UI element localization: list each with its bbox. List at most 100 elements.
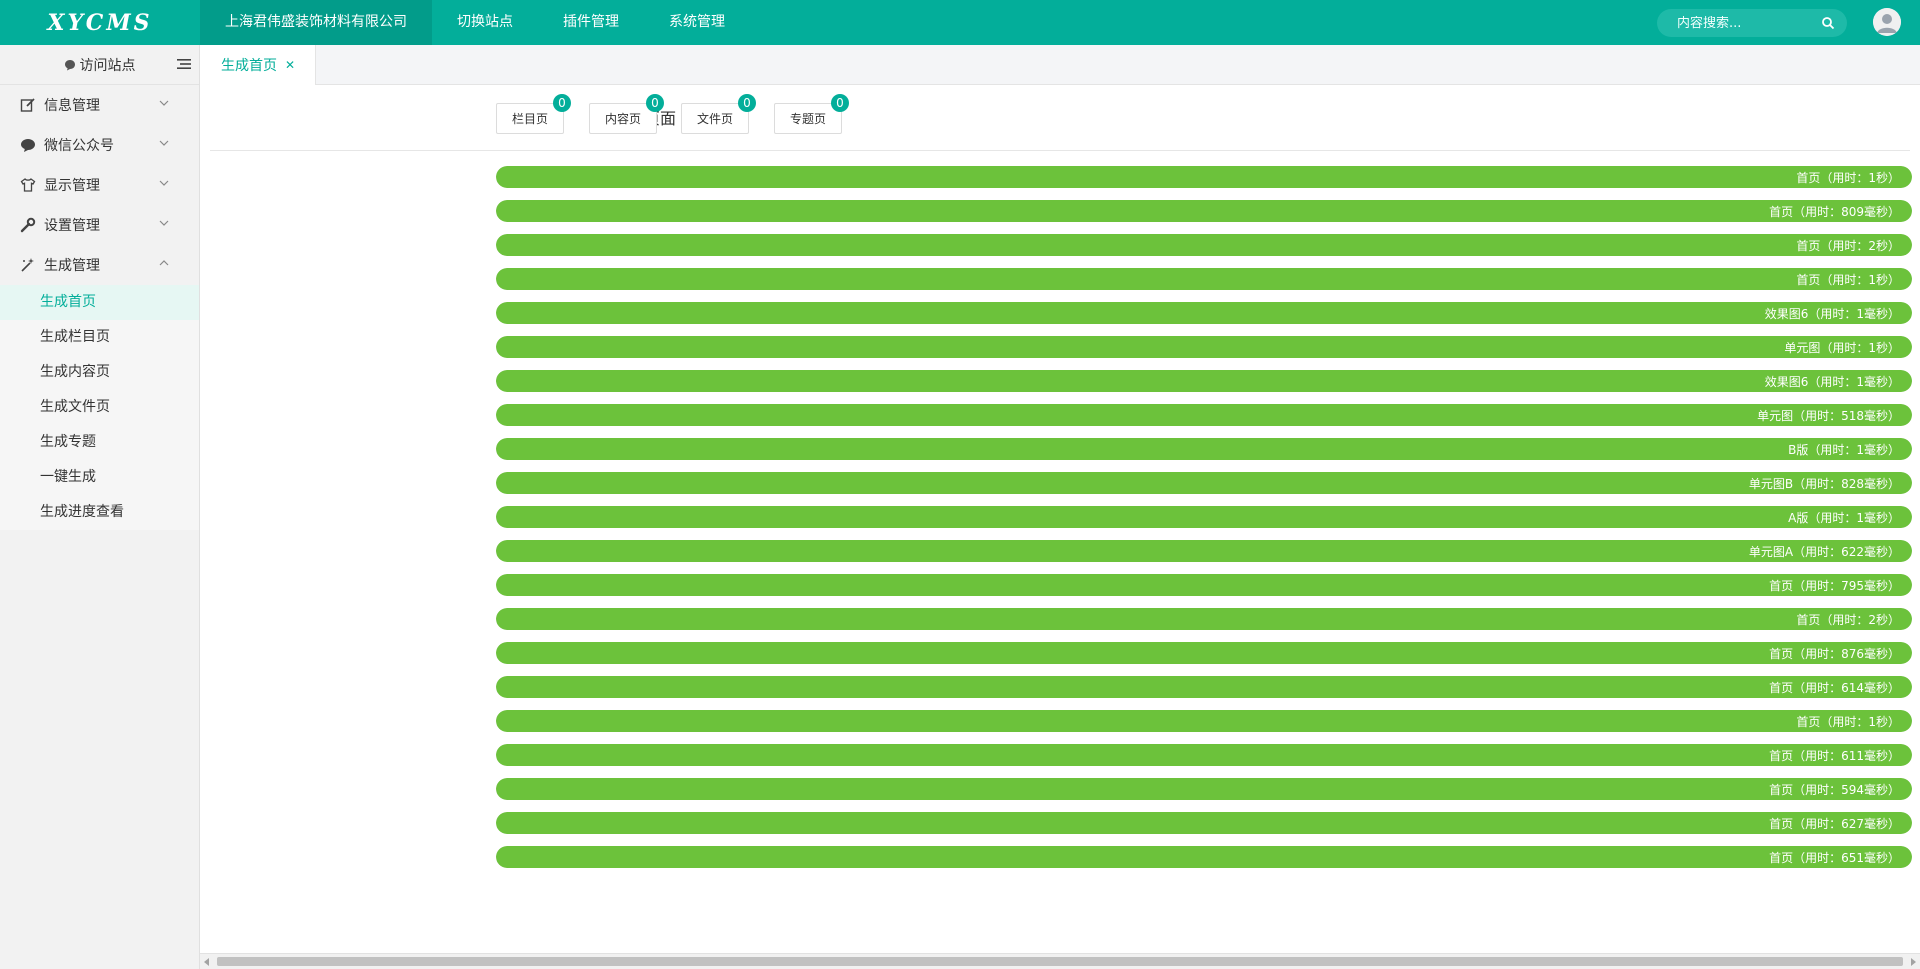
progress-row: 内容页单元图B（用时：828毫秒） — [200, 466, 1920, 500]
shirt-icon — [20, 178, 36, 192]
nav-item-plugins[interactable]: 插件管理 — [538, 0, 644, 45]
progress-text: A版（用时：1毫秒） — [1788, 511, 1900, 525]
sidebar-group-wechat[interactable]: 微信公众号 — [0, 125, 199, 165]
edit-icon — [20, 98, 35, 112]
counter-column-pages[interactable]: 栏目页 0 — [496, 94, 571, 134]
progress-bar: 单元图A（用时：622毫秒） — [496, 540, 1912, 562]
sidebar-group-generate[interactable]: 生成管理 — [0, 245, 199, 285]
sidebar-item-generate-progress[interactable]: 生成进度查看 — [0, 495, 199, 530]
progress-bar-fill: 首页（用时：1秒） — [496, 166, 1912, 188]
search-box — [1657, 9, 1847, 37]
progress-bar: 首页（用时：614毫秒） — [496, 676, 1912, 698]
avatar[interactable] — [1873, 8, 1901, 36]
progress-bar: 首页（用时：651毫秒） — [496, 846, 1912, 868]
nav-item-site[interactable]: 上海君伟盛装饰材料有限公司 — [200, 0, 432, 45]
sidebar-item-generate-content[interactable]: 生成内容页 — [0, 355, 199, 390]
progress-bar-fill: 首页（用时：876毫秒） — [496, 642, 1912, 664]
scroll-right-icon[interactable] — [1911, 958, 1916, 966]
nav-item-system[interactable]: 系统管理 — [644, 0, 750, 45]
progress-text: 首页（用时：809毫秒） — [1769, 205, 1900, 219]
progress-text: 单元图（用时：518毫秒） — [1757, 409, 1900, 423]
progress-text: 首页（用时：876毫秒） — [1769, 647, 1900, 661]
progress-bar: 首页（用时：611毫秒） — [496, 744, 1912, 766]
sidebar-group-label: 生成管理 — [44, 258, 100, 274]
counter-label: 专题页 — [789, 112, 826, 126]
scrollbar-thumb[interactable] — [217, 957, 1903, 966]
progress-row: 栏目页首页（用时：614毫秒） — [200, 670, 1920, 704]
top-nav: 上海君伟盛装饰材料有限公司 切换站点 插件管理 系统管理 — [200, 0, 750, 45]
horizontal-scrollbar[interactable] — [200, 953, 1920, 969]
progress-bar-fill: 首页（用时：594毫秒） — [496, 778, 1912, 800]
sidebar-header: 访问站点 — [0, 45, 199, 85]
top-bar: XYCMS 上海君伟盛装饰材料有限公司 切换站点 插件管理 系统管理 — [0, 0, 1920, 45]
sidebar-group-label: 信息管理 — [44, 98, 100, 114]
sidebar-item-one-click-generate[interactable]: 一键生成 — [0, 460, 199, 495]
counter-topic-pages[interactable]: 专题页 0 — [774, 94, 849, 134]
progress-bar-fill: 首页（用时：611毫秒） — [496, 744, 1912, 766]
search-input[interactable] — [1677, 15, 1817, 31]
sidebar-group-label: 设置管理 — [44, 218, 100, 234]
sidebar-group-info[interactable]: 信息管理 — [0, 85, 199, 125]
sidebar-item-generate-home[interactable]: 生成首页 — [0, 285, 199, 320]
sidebar-group-label: 微信公众号 — [44, 138, 114, 154]
progress-text: 效果图6（用时：1毫秒） — [1764, 307, 1900, 321]
counter-file-pages[interactable]: 文件页 0 — [681, 94, 756, 134]
progress-row: 栏目页首页（用时：2秒） — [200, 228, 1920, 262]
progress-row: 栏目页A版（用时：1毫秒） — [200, 500, 1920, 534]
nav-item-switch-site[interactable]: 切换站点 — [432, 0, 538, 45]
counter-content-pages[interactable]: 内容页 0 — [589, 94, 664, 134]
divider — [210, 150, 1910, 151]
progress-bar: 效果图6（用时：1毫秒） — [496, 302, 1912, 324]
sidebar-item-generate-files[interactable]: 生成文件页 — [0, 390, 199, 425]
visit-site-link[interactable]: 访问站点 — [64, 55, 136, 75]
wrench-icon — [20, 217, 36, 233]
progress-bar: 首页（用时：1秒） — [496, 166, 1912, 188]
tab-generate-home[interactable]: 生成首页 ✕ — [200, 45, 317, 85]
close-icon[interactable]: ✕ — [285, 58, 295, 72]
progress-row: 栏目页首页（用时：2秒） — [200, 602, 1920, 636]
progress-row: 栏目页首页（用时：876毫秒） — [200, 636, 1920, 670]
progress-bar-fill: 首页（用时：627毫秒） — [496, 812, 1912, 834]
progress-bar: 首页（用时：1秒） — [496, 268, 1912, 290]
chat-icon — [64, 59, 75, 70]
progress-bar: 首页（用时：795毫秒） — [496, 574, 1912, 596]
progress-bar: 首页（用时：1秒） — [496, 710, 1912, 732]
counter-label: 文件页 — [696, 112, 733, 126]
progress-row: 内容页单元图（用时：518毫秒） — [200, 398, 1920, 432]
progress-bar-fill: A版（用时：1毫秒） — [496, 506, 1912, 528]
scroll-left-icon[interactable] — [204, 958, 209, 966]
progress-bar-fill: 首页（用时：1秒） — [496, 268, 1912, 290]
progress-row: 栏目页B版（用时：1毫秒） — [200, 432, 1920, 466]
progress-bar-fill: 效果图6（用时：1毫秒） — [496, 302, 1912, 324]
sidebar-item-generate-columns[interactable]: 生成栏目页 — [0, 320, 199, 355]
hamburger-icon[interactable] — [177, 58, 191, 70]
sidebar: 访问站点 信息管理 微信公众号 显示管理 设置管理 生成管理 生成首页 生成栏目… — [0, 45, 200, 969]
user-icon — [1873, 8, 1901, 36]
magic-wand-icon — [21, 258, 34, 272]
progress-text: 首页（用时：651毫秒） — [1769, 851, 1900, 865]
chevron-down-icon — [159, 140, 169, 146]
count-badge: 0 — [553, 94, 571, 112]
sidebar-group-settings[interactable]: 设置管理 — [0, 205, 199, 245]
chat-icon — [21, 139, 35, 152]
chevron-down-icon — [159, 180, 169, 186]
progress-row: 栏目页首页（用时：1秒） — [200, 704, 1920, 738]
progress-bar-fill: 效果图6（用时：1毫秒） — [496, 370, 1912, 392]
progress-row: 栏目页首页（用时：627毫秒） — [200, 806, 1920, 840]
generate-submenu: 生成首页 生成栏目页 生成内容页 生成文件页 生成专题 一键生成 生成进度查看 — [0, 285, 199, 530]
app-logo[interactable]: XYCMS — [0, 0, 200, 45]
progress-text: 首页（用时：2秒） — [1796, 613, 1900, 627]
tab-bar: 生成首页 ✕ — [200, 45, 1920, 85]
progress-row: 栏目页首页（用时：1秒） — [200, 160, 1920, 194]
chevron-down-icon — [159, 100, 169, 106]
progress-bar: A版（用时：1毫秒） — [496, 506, 1912, 528]
sidebar-group-display[interactable]: 显示管理 — [0, 165, 199, 205]
progress-bar: 首页（用时：594毫秒） — [496, 778, 1912, 800]
sidebar-item-generate-topics[interactable]: 生成专题 — [0, 425, 199, 460]
chevron-down-icon — [159, 220, 169, 226]
progress-text: 首页（用时：611毫秒） — [1769, 749, 1900, 763]
progress-bar: 首页（用时：2秒） — [496, 234, 1912, 256]
progress-text: 单元图B（用时：828毫秒） — [1748, 477, 1900, 491]
search-icon[interactable] — [1821, 16, 1835, 30]
progress-text: 首页（用时：2秒） — [1796, 239, 1900, 253]
